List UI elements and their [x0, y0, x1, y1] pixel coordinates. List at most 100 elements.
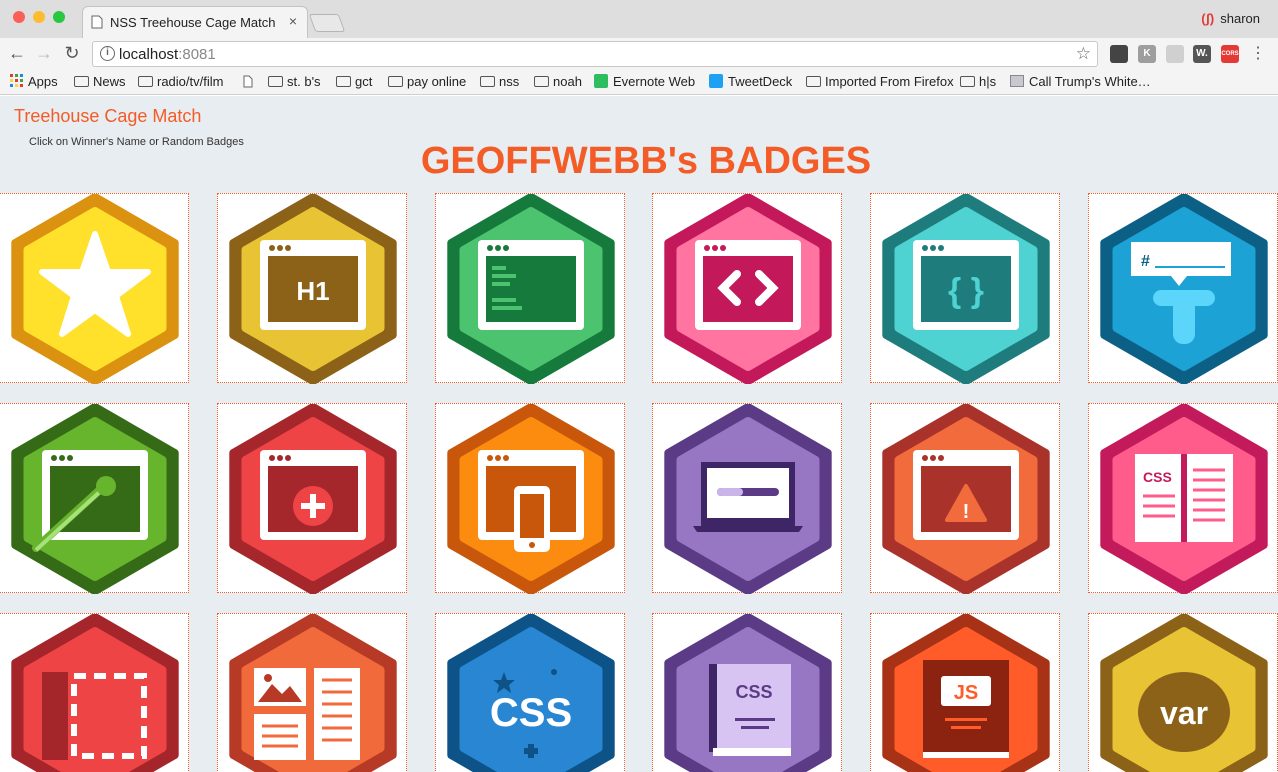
profile-icon: (ʃ)	[1201, 11, 1215, 26]
js-book-badge-icon: JS	[882, 614, 1050, 772]
bookmark-imported-from-firefox[interactable]: Imported From Firefox	[806, 73, 954, 91]
bookmark-apps[interactable]: Apps	[10, 73, 58, 91]
badge-card-html-h1[interactable]: H1	[217, 193, 407, 384]
bookmark-noah[interactable]: noah	[534, 73, 582, 91]
badge-card-paint[interactable]	[0, 403, 189, 594]
badge-card-layout[interactable]	[0, 613, 189, 772]
badge-card-console[interactable]	[435, 193, 625, 384]
star-badge-icon	[11, 194, 179, 384]
new-tab-button[interactable]	[308, 14, 346, 32]
url-host: localhost	[119, 46, 179, 63]
badge-text: H1	[296, 276, 329, 306]
bookmark-hs[interactable]: h|s	[960, 73, 996, 91]
bookmark-label: News	[93, 74, 126, 89]
folder-icon	[480, 76, 495, 87]
profile-button[interactable]: (ʃ) sharon	[1201, 11, 1260, 26]
badge-card-add[interactable]	[217, 403, 407, 594]
info-icon[interactable]: i	[100, 46, 115, 61]
badge-card-star[interactable]	[0, 193, 189, 384]
browser-tab-strip: NSS Treehouse Cage Match × (ʃ) sharon	[0, 0, 1278, 38]
badge-text: !	[963, 501, 970, 523]
badge-card-css-book[interactable]: CSS	[1088, 403, 1278, 594]
back-icon[interactable]: ←	[6, 42, 28, 64]
css-braces-badge-icon: { }	[882, 194, 1050, 384]
media-badge-icon	[229, 614, 397, 772]
menu-icon[interactable]: ⋮	[1250, 43, 1266, 63]
bookmark-label: nss	[499, 74, 520, 89]
badge-card-media[interactable]	[217, 613, 407, 772]
bookmark-label: pay online	[407, 74, 467, 89]
bookmark-label: noah	[553, 74, 582, 89]
badge-card-css-braces[interactable]: { }	[870, 193, 1060, 384]
badge-card-warning[interactable]: !	[870, 403, 1060, 594]
bookmark-star-icon[interactable]: ☆	[1076, 44, 1091, 64]
evernote-icon	[594, 74, 608, 88]
bookmark-label: TweetDeck	[728, 74, 793, 89]
bookmark-nss[interactable]: nss	[480, 73, 519, 91]
badge-card-css-book-purple[interactable]: CSS	[652, 613, 842, 772]
blank-ext-icon[interactable]	[1166, 45, 1184, 63]
hashtag-badge-icon: #	[1100, 194, 1268, 384]
bookmark-tweetdeck[interactable]: TweetDeck	[709, 73, 792, 91]
tweetdeck-icon	[709, 74, 723, 88]
css-book-purple-badge-icon: CSS	[664, 614, 832, 772]
page-icon	[91, 15, 103, 29]
badge-card-var[interactable]: var	[1088, 613, 1278, 772]
k-ext-icon[interactable]: K	[1138, 45, 1156, 63]
profile-name: sharon	[1220, 11, 1260, 26]
site-title[interactable]: Treehouse Cage Match	[14, 106, 201, 127]
badge-text: CSS	[735, 682, 772, 702]
tab-title: NSS Treehouse Cage Match	[110, 15, 276, 30]
code-badge-icon	[664, 194, 832, 384]
badge-text: CSS	[1143, 469, 1172, 485]
html-h1-badge-icon: H1	[229, 194, 397, 384]
badge-card-responsive[interactable]	[435, 403, 625, 594]
bookmark-news[interactable]: News	[74, 73, 126, 91]
badge-text: #	[1141, 253, 1150, 270]
badge-card-laptop[interactable]	[652, 403, 842, 594]
site-favicon-icon	[1010, 75, 1024, 87]
bookmark-st-bs[interactable]: st. b's	[268, 73, 321, 91]
bookmark-radio-tv-film[interactable]: radio/tv/film	[138, 73, 223, 91]
close-window-icon[interactable]	[13, 11, 25, 23]
var-badge-icon: var	[1100, 614, 1268, 772]
zoom-window-icon[interactable]	[53, 11, 65, 23]
bookmark-gct[interactable]: gct	[336, 73, 372, 91]
minimize-window-icon[interactable]	[33, 11, 45, 23]
reload-icon[interactable]: ↻	[61, 42, 83, 64]
badge-card-css[interactable]: CSS	[435, 613, 625, 772]
cors-ext-icon[interactable]: CORS	[1221, 45, 1239, 63]
badge-card-js-book[interactable]: JS	[870, 613, 1060, 772]
bookmark-blank-page[interactable]	[243, 73, 253, 91]
badge-card-hashtag[interactable]: #	[1088, 193, 1278, 384]
badge-text: { }	[948, 272, 984, 310]
warning-badge-icon: !	[882, 404, 1050, 594]
paint-badge-icon	[11, 404, 179, 594]
folder-icon	[534, 76, 549, 87]
folder-icon	[806, 76, 821, 87]
badge-text: var	[1160, 695, 1208, 731]
forward-icon[interactable]: →	[33, 42, 55, 64]
bookmark-label: Apps	[28, 74, 58, 89]
console-badge-icon	[447, 194, 615, 384]
folder-icon	[388, 76, 403, 87]
page-icon	[243, 75, 253, 88]
tab-close-icon[interactable]: ×	[289, 13, 297, 29]
css-book-badge-icon: CSS	[1100, 404, 1268, 594]
evernote-ext-icon[interactable]	[1110, 45, 1128, 63]
bookmark-evernote-web[interactable]: Evernote Web	[594, 73, 695, 91]
w-ext-icon[interactable]: W.	[1193, 45, 1211, 63]
add-badge-icon	[229, 404, 397, 594]
bookmark-pay-online[interactable]: pay online	[388, 73, 466, 91]
address-bar[interactable]: i localhost:8081 ☆	[92, 41, 1098, 67]
browser-toolbar: ← → ↻ i localhost:8081 ☆ K W. CORS ⋮	[0, 38, 1278, 70]
css-badge-icon: CSS	[447, 614, 615, 772]
browser-tab[interactable]: NSS Treehouse Cage Match ×	[82, 6, 308, 38]
badge-text: CSS	[490, 691, 572, 735]
apps-grid-icon	[10, 74, 23, 87]
bookmark-call-trumps-white[interactable]: Call Trump's White…	[1010, 73, 1151, 91]
bookmark-label: Imported From Firefox	[825, 74, 954, 89]
badge-card-code[interactable]	[652, 193, 842, 384]
folder-icon	[960, 76, 975, 87]
folder-icon	[336, 76, 351, 87]
